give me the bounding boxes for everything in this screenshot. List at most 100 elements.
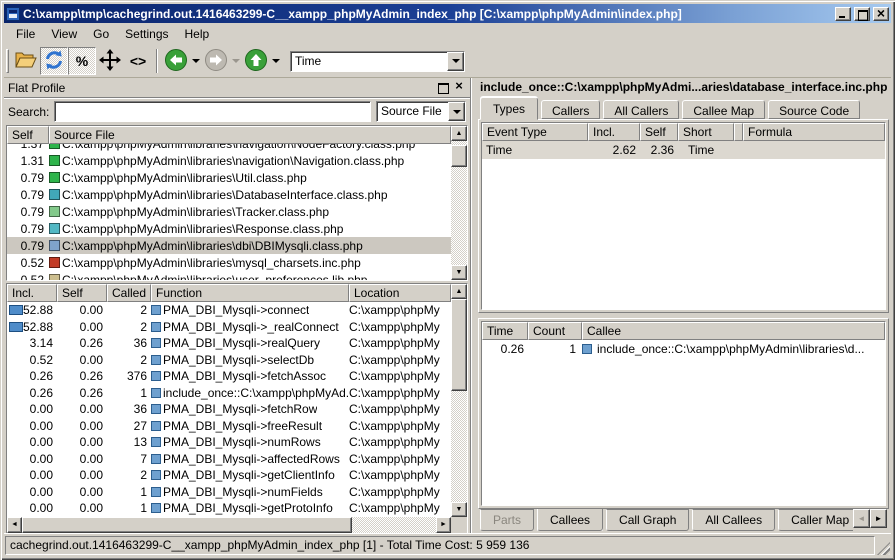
event-type-row[interactable]: Time 2.62 2.36 Time bbox=[482, 141, 885, 159]
back-button[interactable] bbox=[162, 47, 190, 75]
chevron-down-icon[interactable] bbox=[447, 52, 464, 71]
row-incl-cost: 0.00 bbox=[7, 451, 57, 467]
menu-settings[interactable]: Settings bbox=[117, 24, 176, 44]
column-header-short[interactable]: Short bbox=[678, 123, 734, 141]
chevron-down-icon[interactable] bbox=[448, 102, 465, 121]
up-button[interactable] bbox=[242, 47, 270, 75]
row-source-file: C:\xampp\phpMyAdmin\libraries\navigation… bbox=[62, 144, 451, 152]
column-header-location[interactable]: Location bbox=[349, 284, 451, 302]
dock-float-button[interactable] bbox=[436, 81, 450, 94]
row-incl-cost: 0.00 bbox=[7, 484, 57, 500]
shorten-templates-button[interactable]: <> bbox=[124, 47, 152, 75]
tab-callee-map[interactable]: Callee Map bbox=[682, 100, 765, 119]
function-row[interactable]: 0.260.261include_once::C:\xampp\phpMyAd.… bbox=[7, 385, 451, 402]
column-header-self[interactable]: Self bbox=[7, 126, 49, 144]
minimize-button[interactable] bbox=[835, 7, 851, 21]
menu-file[interactable]: File bbox=[8, 24, 43, 44]
scroll-right-icon[interactable] bbox=[436, 517, 451, 533]
column-header-formula[interactable]: Formula bbox=[743, 123, 885, 141]
scroll-left-icon[interactable] bbox=[7, 517, 22, 533]
function-row[interactable]: 0.000.0027PMA_DBI_Mysqli->freeResultC:\x… bbox=[7, 418, 451, 435]
close-button[interactable] bbox=[873, 7, 889, 21]
function-row[interactable]: 0.260.26376PMA_DBI_Mysqli->fetchAssocC:\… bbox=[7, 368, 451, 385]
function-row[interactable]: 0.000.0013PMA_DBI_Mysqli->numRowsC:\xamp… bbox=[7, 434, 451, 451]
tab-source-code[interactable]: Source Code bbox=[768, 100, 860, 119]
function-table: Incl. Self Called Function Location 52.8… bbox=[6, 283, 468, 534]
open-file-button[interactable] bbox=[12, 47, 40, 75]
tab-call-graph[interactable]: Call Graph bbox=[606, 509, 689, 531]
row-self-cost: 0.52 bbox=[7, 272, 47, 281]
scrollbar-thumb[interactable] bbox=[22, 517, 352, 533]
scroll-down-icon[interactable] bbox=[451, 265, 467, 280]
function-row[interactable]: 0.000.001PMA_DBI_Mysqli->getProtoInfoC:\… bbox=[7, 500, 451, 517]
source-file-row[interactable]: 1.37C:\xampp\phpMyAdmin\libraries\naviga… bbox=[7, 144, 451, 152]
scrollbar-thumb[interactable] bbox=[451, 299, 467, 391]
column-header-self[interactable]: Self bbox=[57, 284, 107, 302]
cost-color-swatch bbox=[49, 155, 60, 166]
function-row[interactable]: 0.000.001PMA_DBI_Mysqli->numFieldsC:\xam… bbox=[7, 484, 451, 501]
function-table-hscrollbar[interactable] bbox=[7, 517, 451, 533]
function-row[interactable]: 0.000.002PMA_DBI_Mysqli->getClientInfoC:… bbox=[7, 467, 451, 484]
scroll-down-icon[interactable] bbox=[451, 502, 467, 517]
percent-button[interactable]: % bbox=[68, 47, 96, 75]
source-file-table-vscrollbar[interactable] bbox=[451, 126, 467, 280]
column-header-incl[interactable]: Incl. bbox=[7, 284, 57, 302]
source-file-row[interactable]: 0.79C:\xampp\phpMyAdmin\libraries\dbi\DB… bbox=[7, 237, 451, 254]
source-file-row[interactable]: 0.52C:\xampp\phpMyAdmin\libraries\mysql_… bbox=[7, 254, 451, 271]
scroll-up-icon[interactable] bbox=[451, 126, 467, 141]
column-header-called[interactable]: Called bbox=[107, 284, 151, 302]
source-file-row[interactable]: 0.79C:\xampp\phpMyAdmin\libraries\Databa… bbox=[7, 186, 451, 203]
menu-help[interactable]: Help bbox=[177, 24, 218, 44]
column-header-source-file[interactable]: Source File bbox=[49, 126, 451, 144]
event-type-combo[interactable]: Time bbox=[290, 51, 465, 72]
row-incl-cost: 0.26 bbox=[7, 385, 57, 401]
back-dropdown-arrow[interactable] bbox=[190, 47, 202, 75]
scrollbar-thumb[interactable] bbox=[451, 145, 467, 167]
column-header-event-type[interactable]: Event Type bbox=[482, 123, 588, 141]
up-dropdown-arrow[interactable] bbox=[270, 47, 282, 75]
group-by-combo[interactable]: Source File bbox=[376, 101, 466, 122]
angle-brackets-icon: <> bbox=[130, 53, 146, 69]
menu-view[interactable]: View bbox=[43, 24, 85, 44]
tab-all-callers[interactable]: All Callers bbox=[603, 100, 679, 119]
callee-row[interactable]: 0.26 1 include_once::C:\xampp\phpMyAdmin… bbox=[482, 340, 885, 358]
menu-go[interactable]: Go bbox=[85, 24, 117, 44]
forward-button[interactable] bbox=[202, 47, 230, 75]
column-header-self[interactable]: Self bbox=[640, 123, 678, 141]
source-file-row[interactable]: 1.31C:\xampp\phpMyAdmin\libraries\naviga… bbox=[7, 152, 451, 169]
scroll-up-icon[interactable] bbox=[451, 284, 467, 299]
function-row[interactable]: 52.880.002PMA_DBI_Mysqli->connectC:\xamp… bbox=[7, 302, 451, 319]
source-file-row[interactable]: 0.79C:\xampp\phpMyAdmin\libraries\Respon… bbox=[7, 220, 451, 237]
source-file-row[interactable]: 0.52C:\xampp\phpMyAdmin\libraries\user_p… bbox=[7, 271, 451, 280]
dock-close-button[interactable] bbox=[452, 81, 466, 94]
function-row[interactable]: 0.000.007PMA_DBI_Mysqli->affectedRowsC:\… bbox=[7, 451, 451, 468]
tab-all-callees[interactable]: All Callees bbox=[692, 509, 775, 531]
function-row[interactable]: 3.140.2636PMA_DBI_Mysqli->realQueryC:\xa… bbox=[7, 335, 451, 352]
tab-caller-map[interactable]: Caller Map bbox=[778, 509, 853, 531]
column-header-incl[interactable]: Incl. bbox=[588, 123, 640, 141]
relative-cost-button[interactable] bbox=[96, 47, 124, 75]
search-input[interactable] bbox=[54, 101, 371, 122]
column-header-callee[interactable]: Callee bbox=[582, 322, 885, 340]
tab-types[interactable]: Types bbox=[480, 97, 538, 120]
tab-callees[interactable]: Callees bbox=[537, 509, 603, 531]
tab-scroll-right-icon[interactable] bbox=[870, 509, 887, 528]
resize-grip[interactable] bbox=[877, 542, 890, 555]
function-icon bbox=[151, 388, 161, 398]
function-table-vscrollbar[interactable] bbox=[451, 284, 467, 517]
reload-button[interactable] bbox=[40, 47, 68, 75]
row-location: C:\xampp\phpMy bbox=[349, 302, 451, 318]
tab-callers[interactable]: Callers bbox=[541, 100, 600, 119]
row-location: C:\xampp\phpMy bbox=[349, 500, 451, 516]
function-row[interactable]: 52.880.002PMA_DBI_Mysqli->_realConnectC:… bbox=[7, 319, 451, 336]
function-row[interactable]: 0.520.002PMA_DBI_Mysqli->selectDbC:\xamp… bbox=[7, 352, 451, 369]
column-header-function[interactable]: Function bbox=[151, 284, 349, 302]
function-row[interactable]: 0.000.0036PMA_DBI_Mysqli->fetchRowC:\xam… bbox=[7, 401, 451, 418]
column-header-time[interactable]: Time bbox=[482, 322, 528, 340]
column-header-count[interactable]: Count bbox=[528, 322, 582, 340]
detail-bottom-tabs: PartsCalleesCall GraphAll CalleesCaller … bbox=[478, 509, 889, 533]
maximize-button[interactable] bbox=[854, 7, 870, 21]
source-file-row[interactable]: 0.79C:\xampp\phpMyAdmin\libraries\Tracke… bbox=[7, 203, 451, 220]
toolbar-handle[interactable] bbox=[6, 49, 9, 73]
source-file-row[interactable]: 0.79C:\xampp\phpMyAdmin\libraries\Util.c… bbox=[7, 169, 451, 186]
